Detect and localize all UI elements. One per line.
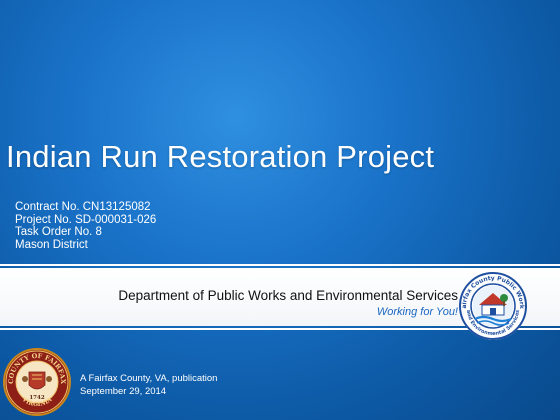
department-name: Department of Public Works and Environme… bbox=[118, 288, 458, 303]
publication-credit: A Fairfax County, VA, publication bbox=[80, 373, 218, 384]
publication-date: September 29, 2014 bbox=[80, 386, 167, 397]
project-details: Contract No. CN13125082 Project No. SD-0… bbox=[15, 201, 156, 251]
county-seal-icon: COUNTY OF FAIRFAX VIRGINIA 1742 bbox=[3, 348, 71, 416]
publication-info: A Fairfax County, VA, publication Septem… bbox=[80, 372, 217, 398]
slide-title: Indian Run Restoration Project bbox=[6, 139, 435, 174]
contract-number: Contract No. CN13125082 bbox=[15, 201, 151, 213]
dpwes-logo-icon: Fairfax County Public Works and Environm… bbox=[455, 269, 527, 340]
district: Mason District bbox=[15, 238, 88, 251]
project-number: Project No. SD-000031-026 bbox=[15, 213, 157, 226]
band-top-rule bbox=[0, 264, 560, 266]
title-slide: Indian Run Restoration Project Contract … bbox=[0, 0, 560, 420]
task-order: Task Order No. 8 bbox=[15, 226, 102, 238]
svg-text:1742: 1742 bbox=[29, 395, 44, 401]
department-tagline: Working for You! bbox=[376, 306, 458, 318]
